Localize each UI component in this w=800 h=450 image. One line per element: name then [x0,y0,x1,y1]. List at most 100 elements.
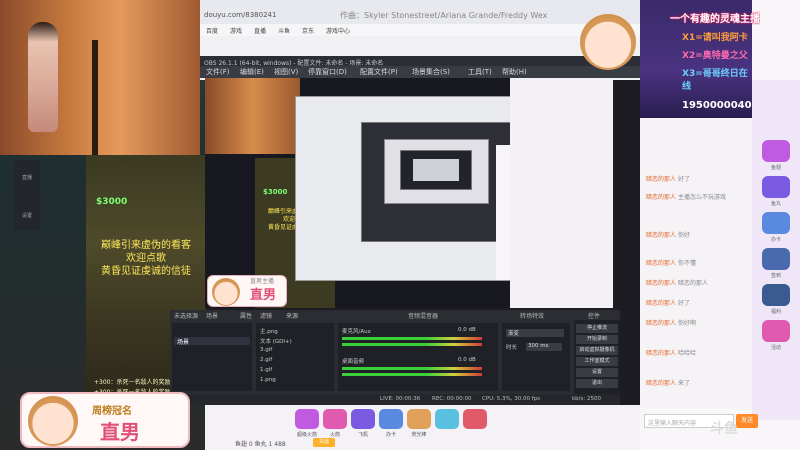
preview-webcam [205,78,300,154]
menu-file[interactable]: 文件(F) [206,67,230,77]
game-text-line: 欢迎点歌 [126,253,166,264]
properties-button[interactable]: 属性 [240,311,252,320]
transition-select[interactable]: 渐变 [506,329,564,337]
chat-user[interactable]: 暗恋的那人 [646,194,676,201]
status-label: 未选择源 [174,313,199,320]
gift-icon[interactable] [323,409,347,429]
bookmark[interactable]: 斗鱼 [278,26,290,35]
exit-button[interactable]: 退出 [576,379,618,388]
source-item[interactable]: 文本 (GDI+) [260,337,292,345]
chat-user[interactable]: 暗恋的那人 [646,232,676,239]
badge-name: 直男 [100,420,140,444]
streamer-figure [28,22,58,132]
page-title: 作曲：Skyler Stonestreet/Ariana Grande/Fred… [340,11,548,20]
stop-stream-button[interactable]: 停止推流 [576,324,618,333]
obs-menu-bar: 文件(F) 编辑(E) 视图(V) 停靠窗口(D) 配置文件(P) 场景集合(S… [200,66,640,78]
live-time: LIVE: 00:00:36 [380,396,421,402]
chat-user[interactable]: 暗恋的那人 [646,320,676,327]
chat-user[interactable]: 暗恋的那人 [646,176,676,183]
bookmark[interactable]: 百度 [206,26,218,35]
gift-bar: 超级火箭 火箭 飞机 办卡 荧光棒 鱼翅 0 鱼丸 1 488 充值 [205,405,640,450]
dock-title-transitions: 转场特效 [520,313,545,320]
gift-col-label: 鱼丸 [770,201,781,207]
mixer-channel-name: 麦克风/Aux [342,329,371,335]
bookmarks-bar: 百度 游戏 直播 斗鱼 京东 游戏中心 [200,24,640,36]
bookmark[interactable]: 直播 [254,26,266,35]
obs-docks: 未选择源 场景 来源 音频混音器 转场特效 控件 属性 滤镜 场景 主.png … [170,310,620,405]
mixer-channel-name: 桌面音频 [342,359,365,365]
right-panel: X1=请叫我阿卡 X2=奥特曼之父 X3=哥哥终日在线 暗恋的那人 好了 暗恋的… [640,0,800,450]
duration-input[interactable]: 300 ms [526,343,562,351]
chat-user[interactable]: 暗恋的那人 [646,280,676,287]
menu-help[interactable]: 帮助(H) [502,67,527,77]
chat-text: 好了 [677,176,690,183]
source-item[interactable]: 1.png [260,377,276,383]
menu-tools[interactable]: 工具(T) [468,67,492,77]
gift-icon[interactable] [762,140,790,162]
gift-col-label: 活动 [770,345,781,351]
bookmark[interactable]: 京东 [302,26,314,35]
gift-icon[interactable] [463,409,487,429]
chat-user[interactable]: 暗恋的那人 [646,380,676,387]
gift-icon[interactable] [379,409,403,429]
dock-title-controls: 控件 [588,313,601,320]
menu-dock[interactable]: 停靠窗口(D) [308,67,347,77]
bookmark[interactable]: 游戏 [230,26,242,35]
gift-icon[interactable] [351,409,375,429]
chat-user[interactable]: 暗恋的那人 [646,260,676,267]
chat-message: 暗恋的那人 哈哈哈 [646,348,696,357]
bookmark[interactable]: 游戏中心 [326,26,350,35]
side-nav-settings[interactable]: 设置 [14,212,40,219]
source-item[interactable]: 1.gif [260,367,272,373]
gift-icon[interactable] [762,248,790,270]
menu-profile[interactable]: 配置文件(P) [360,67,398,77]
chat-message: 暗恋的那人 你不懂 [646,258,696,267]
chat-message: 暗恋的那人 你好啊 [646,318,696,327]
chat-user[interactable]: 暗恋的那人 [646,350,676,357]
chat-text: 暗恋的那人 [677,280,708,287]
menu-edit[interactable]: 编辑(E) [240,67,264,77]
gift-col-label: 福利 [770,309,781,315]
source-item[interactable]: 3.gif [260,347,272,353]
send-button[interactable]: 发送 [736,414,758,428]
chat-user[interactable]: 暗恋的那人 [646,300,676,307]
gift-icon[interactable] [407,409,431,429]
gift-icon[interactable] [762,212,790,234]
gift-icon[interactable] [762,284,790,306]
bitrate: kb/s: 2500 [572,396,601,402]
gift-icon[interactable] [435,409,459,429]
rank-title: 一个有趣的灵魂主播 [670,14,760,25]
badge-small: 直男主播 直男 [207,275,287,307]
chat-message: 暗恋的那人 主播怎么不玩游戏 [646,192,726,201]
gift-column: 鱼翅 鱼丸 办卡 签到 福利 活动 [752,80,800,420]
gift-label: 荧光棒 [411,432,427,438]
address-bar[interactable]: douyu.com/8380241 [204,11,276,19]
duration-label: 时长 [506,345,518,351]
gift-col-label: 鱼翅 [770,165,781,171]
gift-icon[interactable] [762,176,790,198]
studio-mode-button[interactable]: 工作室模式 [576,357,618,366]
gift-icon[interactable] [762,320,790,342]
chat-message: 暗恋的那人 你好 [646,230,690,239]
start-recording-button[interactable]: 开始录制 [576,335,618,344]
virtual-camera-button[interactable]: 启动虚拟摄像机 [576,346,618,355]
douyu-watermark: 斗鱼 [710,421,738,437]
dock-headers: 未选择源 场景 来源 音频混音器 转场特效 控件 属性 滤镜 [170,310,620,320]
chat-message: 暗恋的那人 好了 [646,298,690,307]
settings-button[interactable]: 设置 [576,368,618,377]
nested-screen-3 [384,139,489,204]
menu-scene-collection[interactable]: 场景集合(S) [412,67,450,77]
obs-preview[interactable]: $3000 巅峰引来虚伪的看客 欢迎点歌 黄昏见证虔诚的信徒 [205,78,613,308]
sources-dock: 主.png 文本 (GDI+) 3.gif 2.gif 1.gif 1.png [256,323,334,391]
menu-view[interactable]: 视图(V) [274,67,298,77]
chat-list: 暗恋的那人 好了 暗恋的那人 主播怎么不玩游戏 暗恋的那人 你好 暗恋的那人 你… [640,118,752,408]
source-item[interactable]: 主.png [260,327,278,335]
gift-icon[interactable] [295,409,319,429]
scene-item[interactable]: 场景 [174,337,250,345]
chat-message: 暗恋的那人 好了 [646,174,690,183]
source-item[interactable]: 2.gif [260,357,272,363]
side-nav-live[interactable]: 直播 [14,174,40,181]
mixer-channel-db: 0.0 dB [458,327,476,333]
filters-button[interactable]: 滤镜 [260,311,272,320]
recharge-button[interactable]: 充值 [313,438,335,447]
